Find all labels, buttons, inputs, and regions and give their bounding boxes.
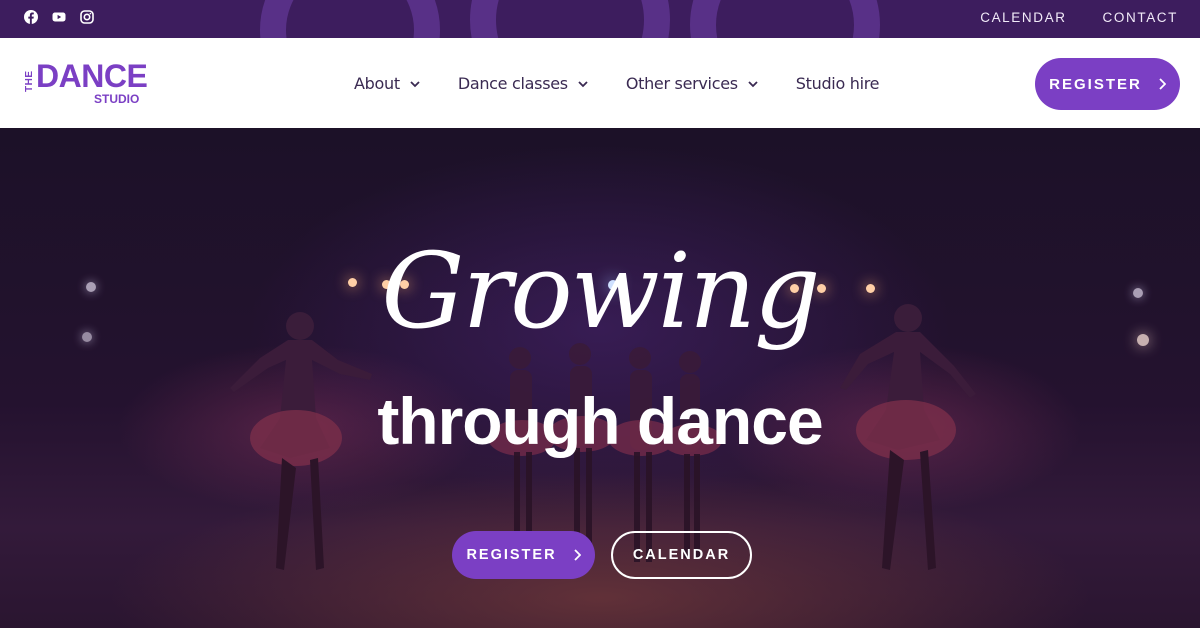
register-button-label: REGISTER — [466, 547, 557, 563]
decorative-swoosh — [260, 0, 440, 38]
calendar-button-label: CALENDAR — [632, 547, 731, 563]
hero-register-button[interactable]: REGISTER — [452, 531, 595, 579]
register-button-label: REGISTER — [1049, 75, 1142, 93]
decorative-swoosh — [690, 0, 880, 38]
instagram-icon[interactable] — [80, 10, 94, 24]
hero-headline-script: Growing — [381, 230, 820, 352]
chevron-down-icon — [748, 80, 758, 87]
nav-item-label: Dance classes — [457, 74, 568, 93]
logo-the: THE — [24, 70, 35, 93]
nav-item-dance-classes[interactable]: Dance classes — [458, 74, 588, 93]
nav-item-label: About — [354, 74, 400, 93]
hero-headline-main: through dance — [377, 384, 823, 458]
facebook-icon[interactable] — [24, 10, 38, 24]
chevron-down-icon — [410, 80, 420, 87]
logo-studio: STUDIO — [94, 92, 140, 106]
nav-item-label: Studio hire — [795, 74, 880, 93]
top-link-calendar[interactable]: CALENDAR — [980, 10, 1066, 25]
hero-calendar-button[interactable]: CALENDAR — [611, 531, 752, 579]
main-nav: About Dance classes Other services Studi… — [354, 74, 917, 93]
top-links: CALENDAR CONTACT — [980, 10, 1178, 25]
hero-banner: Growing through dance REGISTER CALENDAR — [0, 128, 1200, 628]
chevron-right-icon — [573, 549, 581, 561]
nav-item-other-services[interactable]: Other services — [626, 74, 758, 93]
nav-item-about[interactable]: About — [354, 74, 420, 93]
decorative-swoosh — [470, 0, 670, 38]
header-register-button[interactable]: REGISTER — [1035, 58, 1180, 110]
top-bar: CALENDAR CONTACT — [0, 0, 1200, 38]
nav-item-studio-hire[interactable]: Studio hire — [795, 74, 880, 93]
top-link-contact[interactable]: CONTACT — [1103, 10, 1178, 25]
logo-dance: DANCE — [36, 58, 148, 94]
social-links — [24, 10, 94, 24]
chevron-right-icon — [1159, 78, 1166, 90]
site-header: THE DANCE STUDIO About Dance classes Oth… — [0, 38, 1200, 128]
site-logo[interactable]: THE DANCE STUDIO — [24, 58, 148, 108]
chevron-down-icon — [578, 80, 588, 87]
nav-item-label: Other services — [625, 74, 738, 93]
youtube-icon[interactable] — [52, 10, 66, 24]
